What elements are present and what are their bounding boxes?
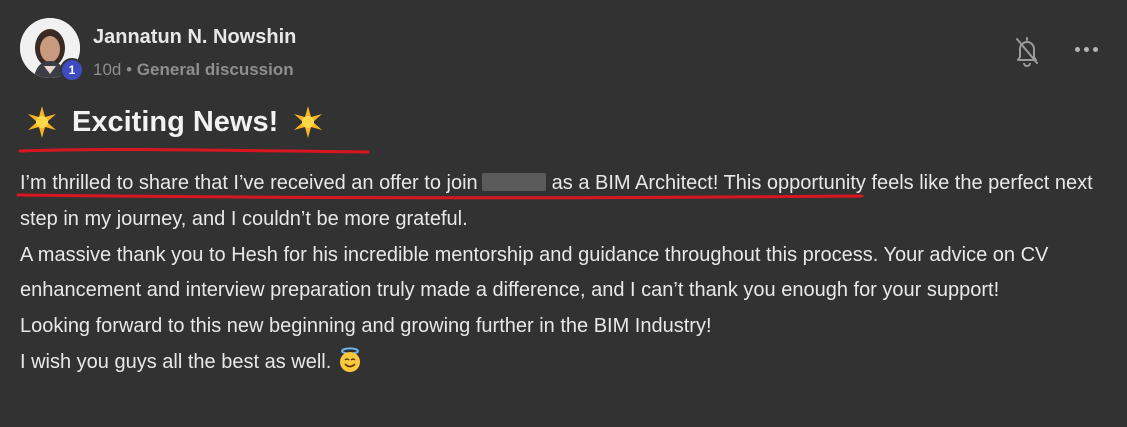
headline-text: Exciting News! [72, 105, 279, 138]
more-options-button[interactable] [1075, 47, 1098, 52]
bell-off-icon[interactable] [1014, 35, 1040, 67]
smiling-face-with-halo-icon [340, 347, 361, 372]
author-avatar[interactable]: 1 [20, 18, 84, 82]
closing-text: I wish you guys all the best as well. [20, 350, 332, 373]
community-post: 1 Jannatun N. Nowshin 10d • General disc… [0, 0, 1127, 427]
offer-annotation-underline [16, 193, 864, 200]
post-time: 10d [93, 60, 122, 79]
headline-annotation-underline [18, 147, 370, 154]
glowing-star-icon [294, 106, 323, 138]
body-paragraph-2: A massive thank you to Hesh for his incr… [20, 243, 1049, 302]
post-category[interactable]: General discussion [137, 60, 294, 79]
body-paragraph-4: I wish you guys all the best as well. [20, 345, 1120, 381]
redacted-company [481, 173, 546, 191]
meta-separator: • [126, 60, 133, 79]
glowing-star-icon [28, 106, 56, 138]
more-horizontal-icon [1075, 47, 1080, 52]
body-paragraph-1: I’m thrilled to share that I’ve received… [20, 166, 1120, 238]
level-badge: 1 [60, 58, 84, 82]
body-paragraph-3: Looking forward to this new beginning an… [20, 315, 712, 338]
post-headline: Exciting News! [24, 104, 326, 140]
post-meta: 10d • General discussion [93, 60, 294, 80]
author-name[interactable]: Jannatun N. Nowshin [93, 26, 296, 49]
